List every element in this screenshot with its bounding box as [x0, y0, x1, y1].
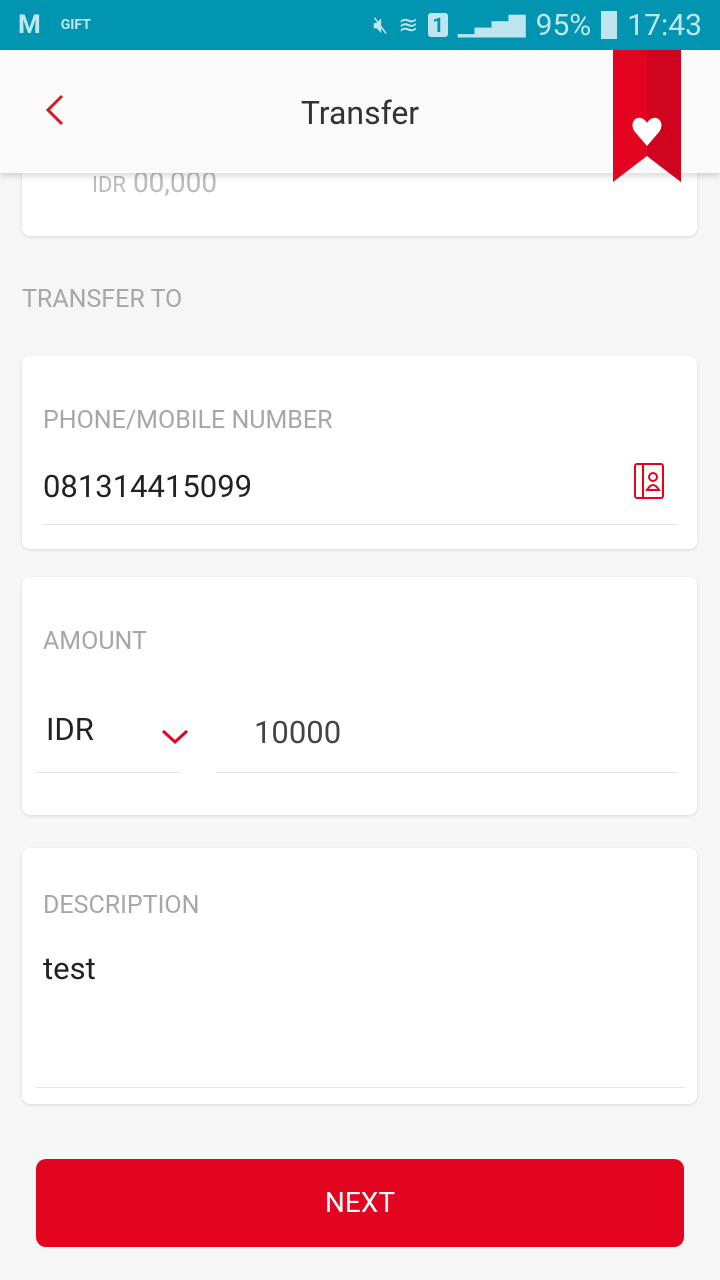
sim-icon: 1: [428, 13, 448, 37]
mute-icon: 🔇︎: [373, 11, 389, 39]
favorite-bookmark-icon[interactable]: [613, 50, 681, 182]
battery-text: 95%: [535, 7, 592, 43]
phone-label: PHONE/MOBILE NUMBER: [43, 406, 333, 435]
contacts-icon[interactable]: [633, 462, 665, 500]
description-input[interactable]: test: [43, 950, 96, 987]
gift-icon: GIFT: [60, 17, 91, 33]
phone-card: PHONE/MOBILE NUMBER 081314415099: [22, 356, 697, 549]
description-card: DESCRIPTION test: [22, 848, 697, 1104]
battery-icon: [601, 11, 618, 39]
currency-value: IDR: [46, 711, 94, 748]
amount-label: AMOUNT: [43, 627, 147, 656]
clock: 17:43: [627, 7, 702, 43]
section-title: TRANSFER TO: [22, 285, 183, 314]
phone-input[interactable]: 081314415099: [43, 468, 252, 505]
status-bar: M GIFT 🔇︎ ≋ 1 ▁▃▅▇ 95% 17:43: [0, 0, 720, 50]
amount-input[interactable]: 10000: [254, 714, 341, 751]
app-header: Transfer: [0, 50, 720, 173]
next-button[interactable]: NEXT: [36, 1159, 684, 1247]
chevron-down-icon[interactable]: [160, 727, 190, 745]
wifi-icon: ≋: [398, 11, 419, 39]
signal-icon: ▁▃▅▇: [457, 12, 526, 38]
app-logo-icon: M: [18, 10, 41, 40]
amount-card: AMOUNT IDR 10000: [22, 577, 697, 815]
description-label: DESCRIPTION: [43, 891, 200, 920]
page-title: Transfer: [300, 94, 420, 132]
source-currency: IDR: [92, 173, 126, 198]
